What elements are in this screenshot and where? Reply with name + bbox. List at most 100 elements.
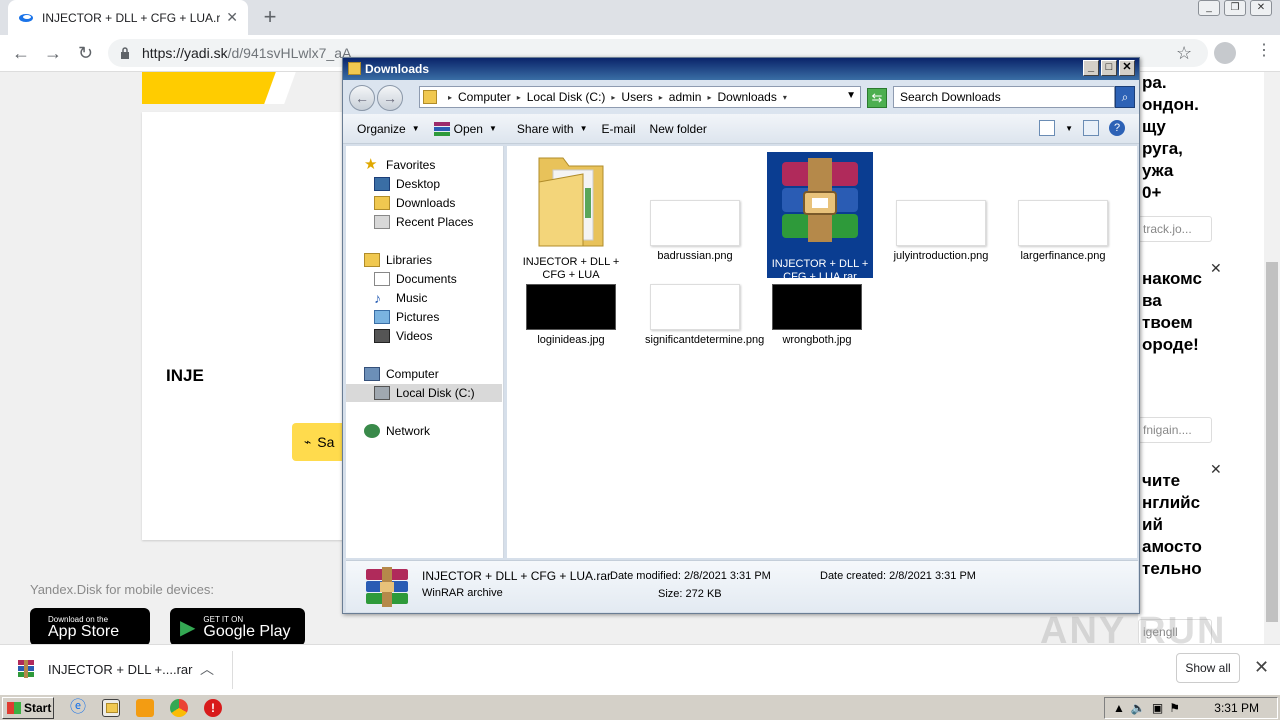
email-button[interactable]: E-mail xyxy=(602,122,636,136)
ad-text-2[interactable]: накомс ва твоем ороде! xyxy=(1142,268,1202,356)
new-folder-button[interactable]: New folder xyxy=(650,122,707,136)
breadcrumb-admin[interactable]: admin xyxy=(669,90,702,104)
ad-link-1[interactable]: track.jo... xyxy=(1138,216,1212,242)
refresh-icon[interactable]: ⇆ xyxy=(867,88,887,108)
file-item-jpg[interactable]: loginideas.jpg xyxy=(521,284,621,347)
close-shelf-icon[interactable]: ✕ xyxy=(1254,657,1269,678)
internet-explorer-icon[interactable]: ⓔ xyxy=(70,699,88,717)
explorer-titlebar[interactable]: Downloads _ □ ✕ xyxy=(343,58,1139,80)
file-item-png[interactable]: badrussian.png xyxy=(645,152,745,263)
nav-local-disk[interactable]: Local Disk (C:) xyxy=(346,384,502,402)
start-button[interactable]: Start xyxy=(2,697,54,719)
explorer-taskbar-icon[interactable] xyxy=(102,699,120,717)
help-icon[interactable]: ? xyxy=(1109,120,1125,136)
breadcrumb-local-disk[interactable]: Local Disk (C:) xyxy=(527,90,606,104)
details-pane: INJECTOR + DLL + CFG + LUA.rar WinRAR ar… xyxy=(346,560,1138,612)
minimize-button[interactable]: _ xyxy=(1198,0,1220,16)
clock[interactable]: 3:31 PM xyxy=(1214,701,1259,715)
close-window-button[interactable]: ✕ xyxy=(1250,0,1272,16)
action-center-flag-icon[interactable]: ⚑ xyxy=(1169,701,1180,715)
network-tray-icon[interactable]: ▣ xyxy=(1152,701,1163,715)
download-item[interactable]: INJECTOR + DLL +....rar xyxy=(18,660,193,678)
nav-recent-places[interactable]: Recent Places xyxy=(374,213,473,231)
preview-pane-icon[interactable] xyxy=(1083,120,1099,136)
ad-link-2[interactable]: fnigain.... xyxy=(1138,417,1212,443)
alert-taskbar-icon[interactable]: ! xyxy=(204,699,222,717)
tab-close-icon[interactable]: ✕ xyxy=(226,9,238,26)
explorer-forward-icon[interactable]: → xyxy=(377,85,403,111)
search-icon[interactable]: ⌕ xyxy=(1115,86,1135,108)
chrome-menu-icon[interactable]: ⋮ xyxy=(1256,40,1272,60)
profile-avatar-icon[interactable] xyxy=(1214,42,1236,64)
nav-computer[interactable]: Computer xyxy=(364,365,439,383)
file-item-folder[interactable]: INJECTOR + DLL + CFG + LUA xyxy=(521,152,621,282)
view-dropdown-icon[interactable]: ▼ xyxy=(1065,124,1073,133)
explorer-breadcrumb[interactable]: ▸ Computer ▸ Local Disk (C:) ▸ Users ▸ admi… xyxy=(419,86,861,108)
libraries-icon xyxy=(364,253,380,267)
file-item-rar-selected[interactable]: INJECTOR + DLL + CFG + LUA.rar xyxy=(767,152,873,283)
ad-close-icon[interactable]: ✕ xyxy=(1210,260,1222,277)
reload-icon[interactable]: ↻ xyxy=(78,43,93,64)
explorer-back-icon[interactable]: ← xyxy=(349,85,375,111)
file-item-jpg[interactable]: wrongboth.jpg xyxy=(767,284,867,347)
file-item-png[interactable]: julyintroduction.png xyxy=(891,152,991,263)
nav-documents[interactable]: Documents xyxy=(374,270,457,288)
download-shelf: INJECTOR + DLL +....rar ︿ Show all ✕ xyxy=(0,644,1280,694)
nav-downloads[interactable]: Downloads xyxy=(374,194,455,212)
file-item-png[interactable]: largerfinance.png xyxy=(1013,152,1113,263)
breadcrumb-computer[interactable]: Computer xyxy=(458,90,511,104)
new-tab-button[interactable]: + xyxy=(258,4,282,30)
browser-tab-strip: INJECTOR + DLL + CFG + LUA.rar – ✕ + _ ❐… xyxy=(0,0,1280,35)
show-all-button[interactable]: Show all xyxy=(1176,653,1240,683)
file-item-png[interactable]: significantdetermine.png xyxy=(645,284,764,347)
browser-tab[interactable]: INJECTOR + DLL + CFG + LUA.rar – ✕ xyxy=(8,0,248,35)
music-icon: ♪ xyxy=(374,290,381,306)
image-thumbnail xyxy=(1018,200,1108,246)
winrar-icon xyxy=(433,121,450,136)
bookmark-star-icon[interactable]: ☆ xyxy=(1176,43,1192,64)
nav-pictures[interactable]: Pictures xyxy=(374,308,439,326)
nav-favorites[interactable]: ★ Favorites xyxy=(364,156,435,174)
maximize-button[interactable]: ❐ xyxy=(1224,0,1246,16)
ad-text-3[interactable]: чите нглийс ий амосто тельно xyxy=(1142,470,1202,580)
nav-libraries[interactable]: Libraries xyxy=(364,251,432,269)
breadcrumb-users[interactable]: Users xyxy=(621,90,652,104)
nav-videos[interactable]: Videos xyxy=(374,327,432,345)
download-options-chevron-icon[interactable]: ︿ xyxy=(200,659,214,679)
yandex-disk-icon xyxy=(19,13,33,22)
explorer-maximize-button[interactable]: □ xyxy=(1101,60,1117,76)
page-scrollbar[interactable] xyxy=(1264,72,1280,644)
ad-text-1[interactable]: ра. ондон. щу руга, ужа 0+ xyxy=(1142,72,1199,204)
app-store-button[interactable]: Download on the App Store xyxy=(30,608,150,644)
organize-menu[interactable]: Organize ▼ xyxy=(357,122,420,136)
share-with-menu[interactable]: Share with ▼ xyxy=(517,122,588,136)
nav-desktop[interactable]: Desktop xyxy=(374,175,440,193)
media-player-icon[interactable] xyxy=(136,699,154,717)
google-play-button[interactable]: ▶ GET IT ON Google Play xyxy=(170,608,305,644)
nav-network[interactable]: Network xyxy=(364,422,430,440)
tab-title: INJECTOR + DLL + CFG + LUA.rar – xyxy=(42,10,221,25)
back-arrow-icon[interactable]: ← xyxy=(12,43,30,64)
search-downloads-input[interactable]: Search Downloads xyxy=(893,86,1115,108)
explorer-minimize-button[interactable]: _ xyxy=(1083,60,1099,76)
forward-arrow-icon[interactable]: → xyxy=(44,43,62,64)
tray-expand-icon[interactable]: ▲ xyxy=(1113,701,1125,715)
image-thumbnail xyxy=(772,284,862,330)
change-view-icon[interactable] xyxy=(1039,120,1056,136)
explorer-address-area: ← → ▸ Computer ▸ Local Disk (C:) ▸ Users ▸ … xyxy=(343,80,1139,114)
ad-close-icon[interactable]: ✕ xyxy=(1210,461,1222,478)
chrome-taskbar-icon[interactable] xyxy=(170,699,188,717)
image-thumbnail xyxy=(526,284,616,330)
breadcrumb-downloads[interactable]: Downloads xyxy=(717,90,776,104)
nav-music[interactable]: ♪ Music xyxy=(374,289,427,307)
folder-icon xyxy=(423,90,437,104)
volume-icon[interactable]: 🔈 xyxy=(1131,701,1146,715)
scrollbar-thumb[interactable] xyxy=(1266,262,1278,622)
open-menu[interactable]: Open ▼ xyxy=(433,121,497,136)
explorer-close-button[interactable]: ✕ xyxy=(1119,60,1135,76)
breadcrumb-dropdown-icon[interactable]: ▼ xyxy=(846,90,856,101)
divider xyxy=(232,651,233,689)
explorer-command-bar: Organize ▼ Open ▼ Share with ▼ E-mail New f… xyxy=(343,114,1139,144)
network-icon xyxy=(364,424,380,438)
ad-column: ра. ондон. щу руга, ужа 0+ track.jo... ✕… xyxy=(1138,72,1264,644)
